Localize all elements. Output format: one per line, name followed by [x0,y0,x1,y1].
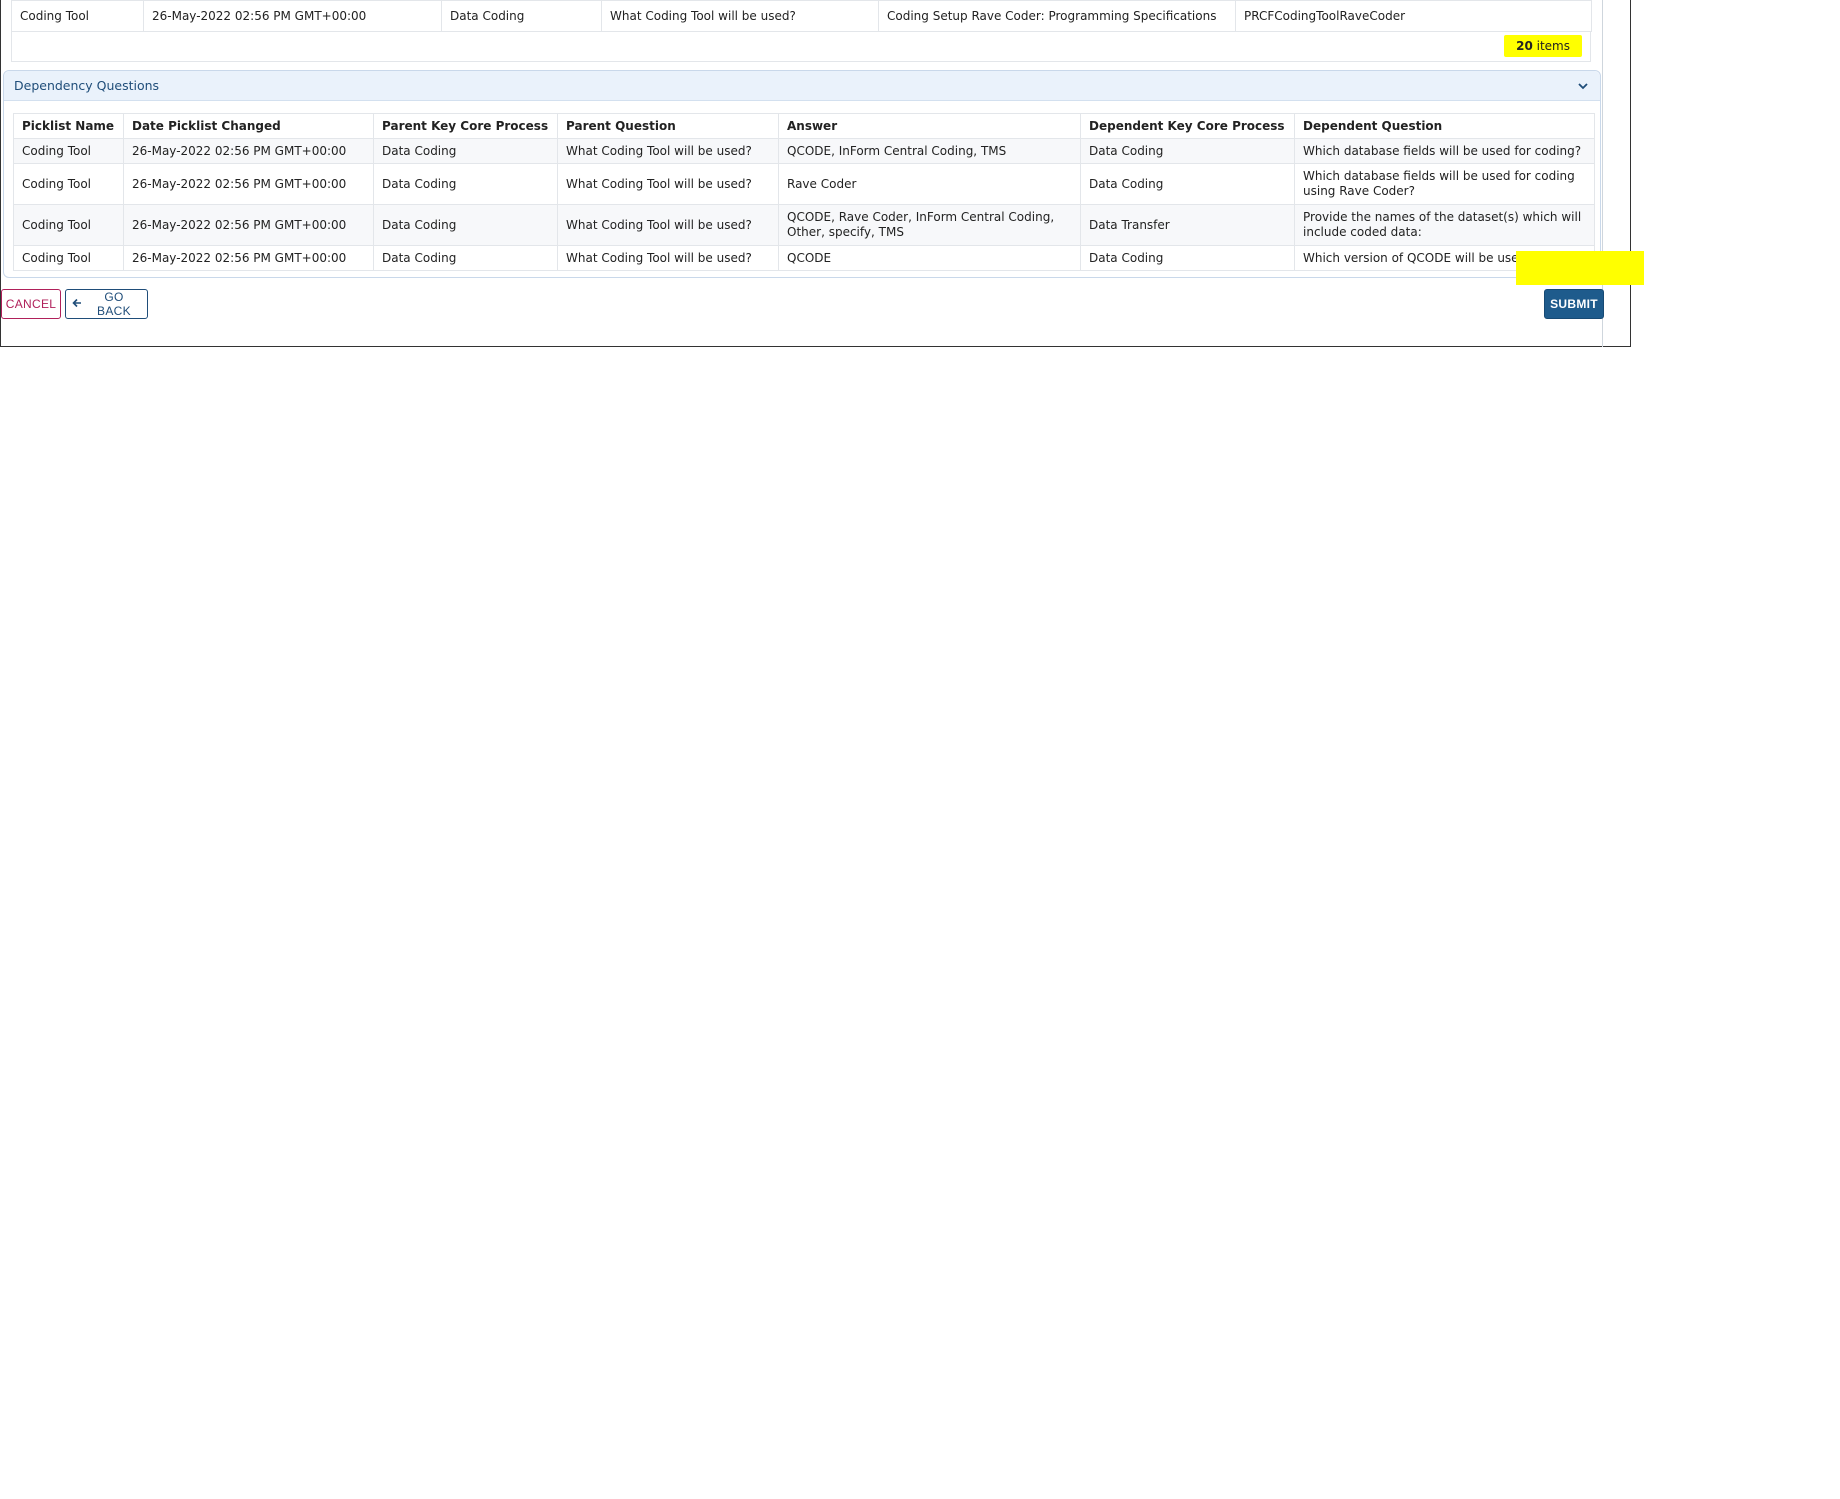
column-header-dependent-key-core-process[interactable]: Dependent Key Core Process [1080,113,1295,139]
table-cell: Data Coding [1080,245,1295,271]
table-cell: Which database fields will be used for c… [1294,163,1595,205]
table-row[interactable]: Coding Tool 26-May-2022 02:56 PM GMT+00:… [13,138,1595,164]
table-cell: Coding Tool [11,0,144,32]
table-cell: Provide the names of the dataset(s) whic… [1294,204,1595,246]
table-cell: 26-May-2022 02:56 PM GMT+00:00 [123,204,374,246]
table-cell: 26-May-2022 02:56 PM GMT+00:00 [123,163,374,205]
table-cell: Data Coding [373,204,558,246]
table-cell: Coding Tool [13,163,124,205]
table-cell: Coding Setup Rave Coder: Programming Spe… [878,0,1236,32]
dependency-questions-panel: Dependency Questions Picklist Name Date … [3,70,1601,278]
submit-button[interactable]: SUBMIT [1544,289,1604,319]
panel-header[interactable]: Dependency Questions [4,71,1600,101]
cancel-button[interactable]: CANCEL [1,289,61,319]
table-cell: What Coding Tool will be used? [557,245,779,271]
table-cell: Data Transfer [1080,204,1295,246]
items-count: 20 items [1504,35,1582,57]
table-cell: Data Coding [441,0,602,32]
content-frame: Coding Tool 26-May-2022 02:56 PM GMT+00:… [0,0,1644,347]
table-cell: Data Coding [1080,138,1295,164]
table-cell: What Coding Tool will be used? [557,204,779,246]
column-header-parent-question[interactable]: Parent Question [557,113,779,139]
table-cell: Which database fields will be used for c… [1294,138,1595,164]
arrow-left-icon [72,297,82,311]
highlight-mark [1516,251,1644,285]
go-back-button[interactable]: GO BACK [65,289,148,319]
table-cell: 26-May-2022 02:56 PM GMT+00:00 [143,0,442,32]
table-cell: Rave Coder [778,163,1081,205]
panel-title: Dependency Questions [14,78,160,93]
table-cell: 26-May-2022 02:56 PM GMT+00:00 [123,245,374,271]
table-cell: QCODE [778,245,1081,271]
table-row[interactable]: Coding Tool 26-May-2022 02:56 PM GMT+00:… [13,245,1595,271]
dependency-table: Picklist Name Date Picklist Changed Pare… [13,113,1595,271]
go-back-label: GO BACK [97,290,131,318]
column-header-answer[interactable]: Answer [778,113,1081,139]
table-cell: What Coding Tool will be used? [557,163,779,205]
column-header-picklist-name[interactable]: Picklist Name [13,113,124,139]
column-header-dependent-question[interactable]: Dependent Question [1294,113,1595,139]
table-cell: Coding Tool [13,138,124,164]
table-row[interactable]: Coding Tool 26-May-2022 02:56 PM GMT+00:… [11,0,1592,32]
table-cell: PRCFCodingToolRaveCoder [1235,0,1592,32]
table-cell: Coding Tool [13,204,124,246]
table-cell: Data Coding [373,163,558,205]
table-cell: What Coding Tool will be used? [557,138,779,164]
column-header-parent-key-core-process[interactable]: Parent Key Core Process [373,113,558,139]
table-header-row: Picklist Name Date Picklist Changed Pare… [13,113,1595,139]
table-cell: Data Coding [1080,163,1295,205]
chevron-down-icon[interactable] [1576,79,1590,93]
table-cell: QCODE, Rave Coder, InForm Central Coding… [778,204,1081,246]
table-cell: QCODE, InForm Central Coding, TMS [778,138,1081,164]
table-row[interactable]: Coding Tool 26-May-2022 02:56 PM GMT+00:… [13,163,1595,205]
items-count-label: items [1532,39,1570,53]
column-header-date-picklist-changed[interactable]: Date Picklist Changed [123,113,374,139]
table-footer: 20 items [11,31,1591,62]
table-cell: What Coding Tool will be used? [601,0,879,32]
items-count-number: 20 [1516,39,1533,53]
table-row[interactable]: Coding Tool 26-May-2022 02:56 PM GMT+00:… [13,204,1595,246]
table-cell: Data Coding [373,138,558,164]
table-cell: 26-May-2022 02:56 PM GMT+00:00 [123,138,374,164]
table-cell: Data Coding [373,245,558,271]
table-cell: Coding Tool [13,245,124,271]
top-table: Coding Tool 26-May-2022 02:56 PM GMT+00:… [11,0,1592,32]
